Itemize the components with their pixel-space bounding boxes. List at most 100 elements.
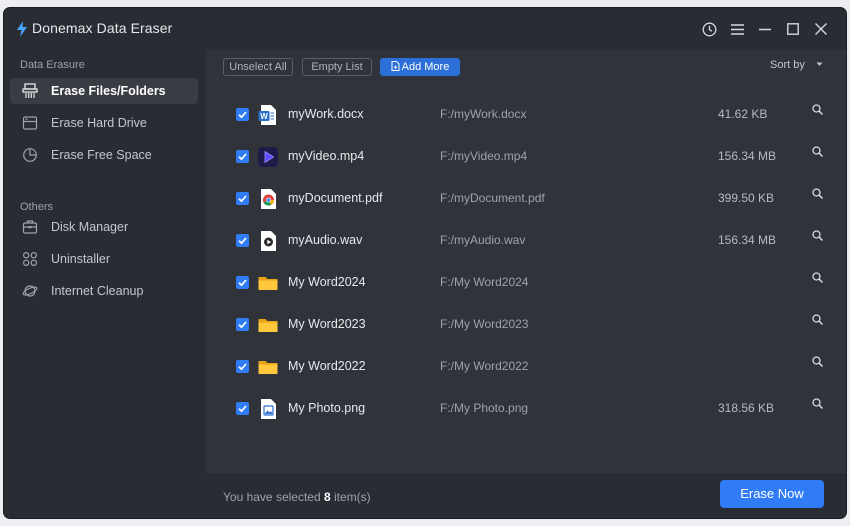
file-path: F:/My Word2022 — [440, 359, 529, 373]
zoom-icon[interactable] — [811, 187, 825, 201]
file-path: F:/myWork.docx — [440, 107, 527, 121]
file-name: myDocument.pdf — [288, 191, 383, 205]
file-size: 318.56 KB — [718, 401, 775, 415]
file-name: myVideo.mp4 — [288, 149, 365, 163]
checkmark-icon — [238, 279, 247, 287]
checkmark-icon — [238, 363, 247, 371]
sidebar-item-label: Erase Hard Drive — [51, 116, 147, 130]
file-row[interactable]: W myWork.docx F:/myWork.docx 41.62 KB — [206, 94, 846, 136]
selection-suffix: item(s) — [334, 490, 371, 504]
title-bar: Donemax Data Eraser — [4, 8, 846, 50]
file-row[interactable]: My Word2024 F:/My Word2024 — [206, 262, 846, 304]
folder-icon — [258, 319, 278, 332]
zoom-icon[interactable] — [811, 145, 825, 159]
add-more-button[interactable]: Add More — [380, 58, 460, 76]
minimize-icon[interactable] — [756, 20, 774, 38]
row-checkbox[interactable] — [236, 402, 249, 415]
app-window: Donemax Data Eraser Data Erasure Erase F… — [4, 8, 846, 518]
folder-icon — [258, 361, 278, 374]
sidebar-item-erase-free-space[interactable]: Erase Free Space — [10, 142, 198, 168]
section-label-others: Others — [20, 201, 54, 213]
empty-list-button[interactable]: Empty List — [302, 58, 372, 76]
file-list-panel: Unselect All Empty List Add More Sort by… — [206, 50, 846, 474]
checkmark-icon — [238, 195, 247, 203]
sort-by-dropdown[interactable]: Sort by — [770, 59, 823, 71]
file-row[interactable]: My Word2023 F:/My Word2023 — [206, 304, 846, 346]
sort-by-label: Sort by — [770, 59, 805, 71]
sidebar-item-label: Internet Cleanup — [51, 284, 144, 298]
row-checkbox[interactable] — [236, 150, 249, 163]
menu-icon[interactable] — [728, 20, 746, 38]
file-name: My Photo.png — [288, 401, 366, 415]
file-path: F:/My Word2023 — [440, 317, 529, 331]
app-logo-icon — [17, 21, 27, 37]
chrome-file-icon — [261, 189, 276, 209]
maximize-icon[interactable] — [784, 20, 802, 38]
file-name: My Word2024 — [288, 275, 366, 289]
zoom-icon[interactable] — [811, 229, 825, 243]
erase-now-button[interactable]: Erase Now — [720, 480, 824, 508]
zoom-icon[interactable] — [811, 355, 825, 369]
checkmark-icon — [238, 321, 247, 329]
row-checkbox[interactable] — [236, 192, 249, 205]
selection-prefix: You have selected — [223, 490, 321, 504]
file-name: myAudio.wav — [288, 233, 363, 247]
file-size: 156.34 MB — [718, 149, 777, 163]
folder-icon — [258, 277, 278, 290]
file-row[interactable]: myAudio.wav F:/myAudio.wav 156.34 MB — [206, 220, 846, 262]
footer-bar: You have selected 8 item(s) Erase Now — [206, 474, 846, 518]
app-title: Donemax Data Eraser — [32, 20, 173, 36]
selection-summary: You have selected 8 item(s) — [223, 490, 371, 504]
sidebar-item-label: Disk Manager — [51, 220, 129, 234]
close-icon[interactable] — [812, 20, 830, 38]
file-name: myWork.docx — [288, 107, 364, 121]
sidebar-item-label: Uninstaller — [51, 252, 111, 266]
zoom-icon[interactable] — [811, 103, 825, 117]
sidebar-item-uninstaller[interactable]: Uninstaller — [10, 246, 198, 272]
pie-chart-icon — [23, 148, 37, 162]
row-checkbox[interactable] — [236, 234, 249, 247]
zoom-icon[interactable] — [811, 397, 825, 411]
apps-icon — [22, 251, 38, 267]
file-name: My Word2023 — [288, 317, 366, 331]
sidebar-item-erase-hard-drive[interactable]: Erase Hard Drive — [10, 110, 198, 136]
image-file-icon — [261, 399, 276, 419]
zoom-icon[interactable] — [811, 271, 825, 285]
disk-manager-icon — [22, 220, 38, 234]
checkmark-icon — [238, 153, 247, 161]
file-path: F:/My Photo.png — [440, 401, 529, 415]
sidebar-item-disk-manager[interactable]: Disk Manager — [10, 214, 198, 240]
planet-icon — [22, 285, 38, 297]
history-icon[interactable] — [700, 20, 718, 38]
file-row[interactable]: myDocument.pdf F:/myDocument.pdf 399.50 … — [206, 178, 846, 220]
video-file-icon — [258, 147, 278, 167]
add-file-icon — [391, 61, 400, 71]
file-row[interactable]: myVideo.mp4 F:/myVideo.mp4 156.34 MB — [206, 136, 846, 178]
file-path: F:/myVideo.mp4 — [440, 149, 528, 163]
caret-down-icon — [816, 62, 823, 66]
svg-text:W: W — [260, 112, 268, 121]
unselect-all-button[interactable]: Unselect All — [223, 58, 293, 76]
zoom-icon[interactable] — [811, 313, 825, 327]
shredder-icon — [22, 83, 38, 98]
sidebar-item-internet-cleanup[interactable]: Internet Cleanup — [10, 278, 198, 304]
section-label-data-erasure: Data Erasure — [20, 59, 85, 71]
checkmark-icon — [238, 405, 247, 413]
file-row[interactable]: My Word2022 F:/My Word2022 — [206, 346, 846, 388]
add-more-label: Add More — [401, 61, 450, 73]
row-checkbox[interactable] — [236, 108, 249, 121]
row-checkbox[interactable] — [236, 276, 249, 289]
hard-drive-icon — [22, 116, 38, 130]
selection-count: 8 — [323, 490, 331, 504]
file-name: My Word2022 — [288, 359, 366, 373]
file-size: 41.62 KB — [718, 107, 768, 121]
row-checkbox[interactable] — [236, 318, 249, 331]
checkmark-icon — [238, 237, 247, 245]
sidebar-item-erase-files-folders[interactable]: Erase Files/Folders — [10, 78, 198, 104]
sidebar-item-label: Erase Free Space — [51, 148, 152, 162]
file-path: F:/myAudio.wav — [440, 233, 526, 247]
file-row[interactable]: My Photo.png F:/My Photo.png 318.56 KB — [206, 388, 846, 430]
file-size: 156.34 MB — [718, 233, 777, 247]
row-checkbox[interactable] — [236, 360, 249, 373]
sidebar: Data Erasure Erase Files/Folders Erase H… — [4, 50, 206, 518]
